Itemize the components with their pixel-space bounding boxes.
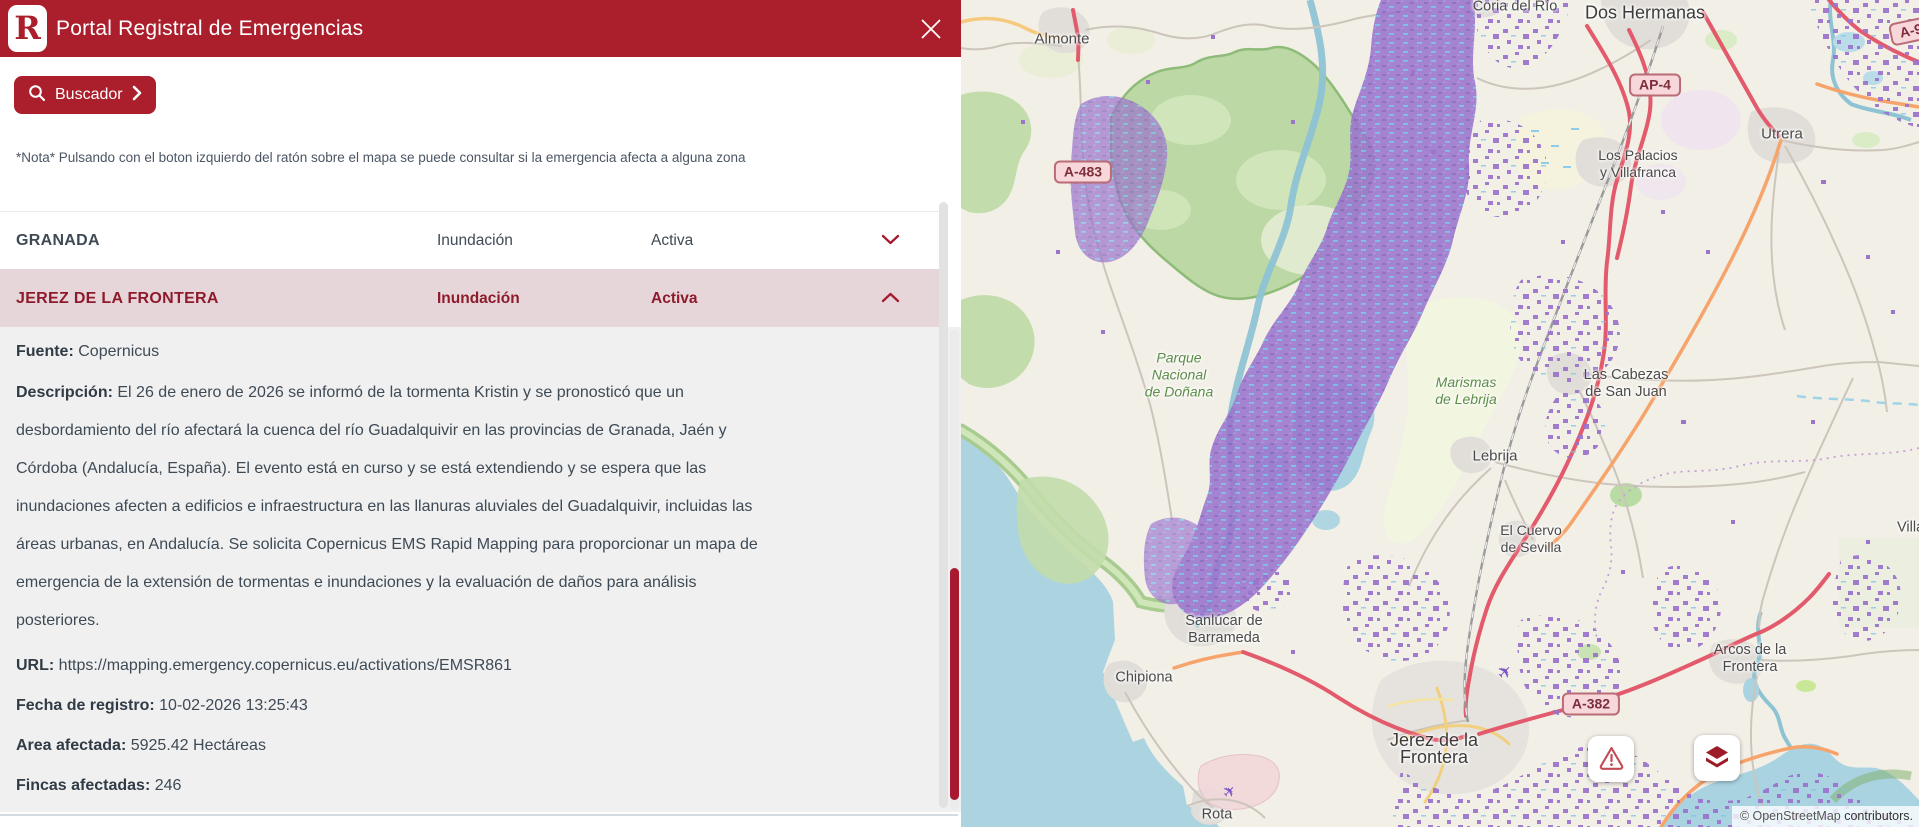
buscador-label: Buscador (55, 86, 123, 104)
detail-url: URL: https://mapping.emergency.copernicu… (16, 646, 901, 686)
sidebar-bottom-divider (0, 814, 958, 816)
osm-contributors: contributors. (1844, 809, 1913, 823)
row-name: JEREZ DE LA FRONTERA (16, 290, 219, 308)
detail-descripcion: Descripción: El 26 de enero de 2026 se i… (16, 374, 901, 640)
row-type: Inundación (437, 232, 513, 250)
sidebar-scrollbar[interactable] (939, 202, 948, 808)
chevron-down-icon[interactable] (881, 232, 900, 250)
road-badge-ap4: AP-4 (1629, 74, 1681, 97)
registradores-logo: R (8, 5, 47, 52)
detail-area: Area afectada: 5925.42 Hectáreas (16, 726, 901, 766)
emergency-row-jerez[interactable]: JEREZ DE LA FRONTERA Inundación Activa (0, 269, 940, 327)
emergencies-warning-button[interactable] (1588, 736, 1634, 782)
detail-fincas: Fincas afectadas: 246 (16, 766, 901, 806)
emergency-row-granada[interactable]: GRANADA Inundación Activa (0, 211, 940, 269)
row-status: Activa (651, 232, 693, 250)
warning-triangle-icon (1598, 745, 1625, 773)
chevron-right-icon (132, 85, 142, 106)
detail-fecha: Fecha de registro: 10-02-2026 13:25:43 (16, 686, 901, 726)
map-canvas: ✈ ✈ (961, 0, 1919, 827)
map-attribution: © OpenStreetMap contributors. (1732, 806, 1919, 827)
panel-header: R Portal Registral de Emergencias (0, 0, 961, 57)
chevron-up-icon[interactable] (881, 290, 900, 308)
emergency-map[interactable]: ✈ ✈ Coria del Río Dos Hermanas Almonte U… (961, 0, 1919, 827)
row-status: Activa (651, 290, 698, 308)
buscador-button[interactable]: Buscador (14, 76, 156, 114)
emergency-panel: R Portal Registral de Emergencias Buscad… (0, 0, 961, 827)
detail-scrollbar-thumb[interactable] (950, 568, 959, 800)
panel-title: Portal Registral de Emergencias (56, 0, 363, 57)
osm-copyright: © OpenStreetMap (1740, 809, 1844, 823)
search-icon (28, 84, 46, 107)
layers-icon (1703, 744, 1731, 773)
road-badge-a382: A-382 (1562, 693, 1620, 716)
row-name: GRANADA (16, 232, 100, 250)
row-type: Inundación (437, 290, 520, 308)
road-badge-a483: A-483 (1054, 161, 1112, 184)
map-note: *Nota* Pulsando con el boton izquierdo d… (16, 150, 896, 165)
detail-fuente: Fuente: Copernicus (16, 340, 901, 364)
emergency-list: GRANADA Inundación Activa JEREZ DE LA FR… (0, 211, 940, 327)
layers-button[interactable] (1694, 735, 1740, 781)
close-icon[interactable] (919, 17, 943, 41)
emergency-detail-panel: Fuente: Copernicus Descripción: El 26 de… (0, 327, 961, 812)
